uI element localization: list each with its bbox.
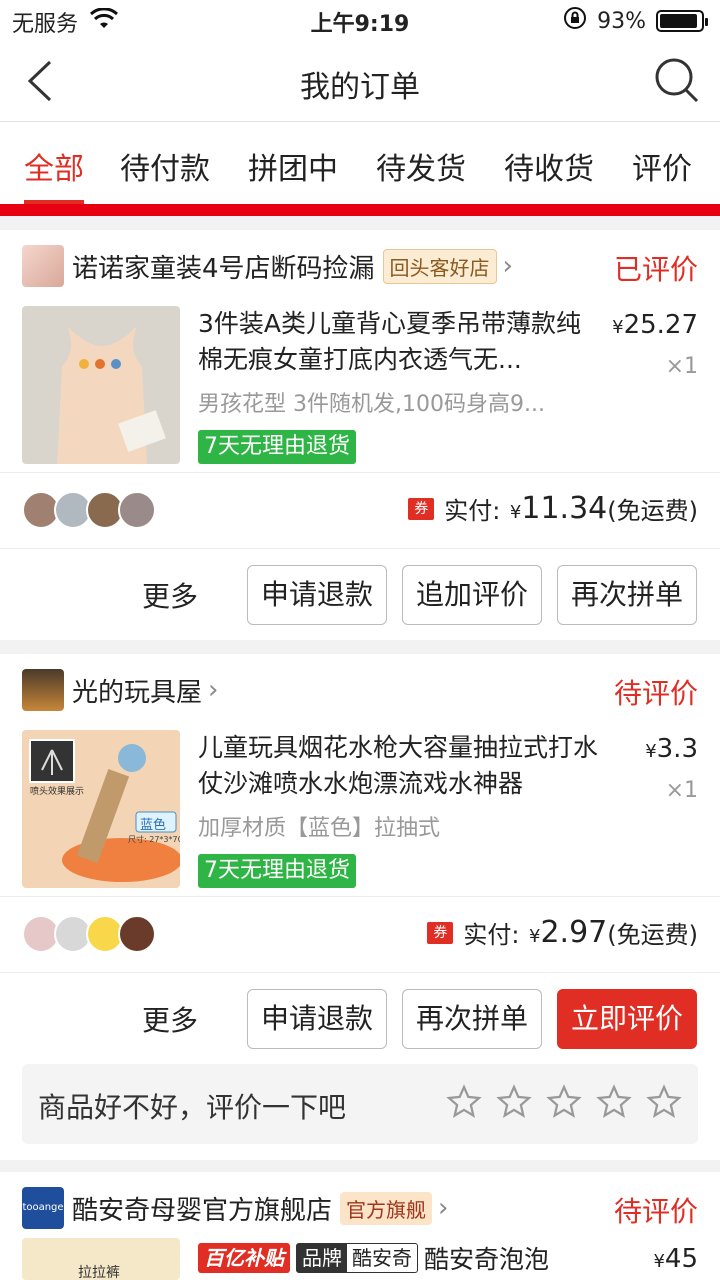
shop-row[interactable]: 诺诺家童装4号店断码捡漏 回头客好店 › 已评价 [22, 244, 698, 288]
star-icon[interactable] [496, 1084, 532, 1124]
shop-tag-badge: 官方旗舰 [340, 1191, 433, 1225]
chevron-right-icon: › [502, 251, 513, 281]
group-avatars [22, 915, 156, 953]
brand-tag: 品牌 酷安奇 [296, 1243, 418, 1273]
tab-group-buying[interactable]: 拼团中 [248, 122, 338, 204]
battery-percent: 93% [597, 8, 646, 34]
tab-pending-shipment[interactable]: 待发货 [376, 122, 466, 204]
order-card[interactable]: 诺诺家童装4号店断码捡漏 回头客好店 › 已评价 3件装A类儿童背心夏季吊带薄款… [0, 230, 720, 640]
image-size-label: 尺寸: 27*3*7CM [128, 835, 180, 844]
order-card[interactable]: tooange 酷安奇母婴官方旗舰店 官方旗舰 › 待评价 拉拉裤 百亿补贴 品… [0, 1172, 720, 1280]
star-icon[interactable] [446, 1084, 482, 1124]
avatar [118, 915, 156, 953]
tabs-divider [0, 204, 720, 216]
product-title[interactable]: 酷安奇泡泡 [424, 1240, 549, 1276]
product-qty: ×1 [665, 778, 698, 803]
add-review-button[interactable]: 追加评价 [402, 565, 542, 625]
chevron-right-icon: › [208, 675, 219, 705]
tab-review[interactable]: 评价 [632, 122, 692, 204]
shop-tag-badge: 回头客好店 [382, 248, 497, 284]
nav-bar: 我的订单 [0, 40, 720, 122]
product-title[interactable]: 儿童玩具烟花水枪大容量抽拉式打水仗沙滩喷水水炮漂流戏水神器 [198, 730, 598, 802]
shop-avatar [22, 245, 64, 287]
product-title-row[interactable]: 百亿补贴 品牌 酷安奇 酷安奇泡泡 [198, 1240, 549, 1276]
star-icon[interactable] [646, 1084, 682, 1124]
orientation-lock-icon [563, 6, 587, 36]
star-rating[interactable] [446, 1084, 682, 1124]
product-qty: ×1 [665, 354, 698, 379]
product-image[interactable]: 蓝色 尺寸: 27*3*7CM 喷头效果展示 [22, 730, 180, 888]
paid-amount: 券 实付: ¥11.34 (免运费) [408, 491, 698, 526]
order-card[interactable]: 光的玩具屋 › 待评价 蓝色 尺寸: 27*3*7CM 喷头效果展示 儿童玩具烟… [0, 654, 720, 1160]
tab-pending-payment[interactable]: 待付款 [120, 122, 210, 204]
return-policy-badge: 7天无理由退货 [198, 430, 356, 464]
order-status: 待评价 [613, 677, 698, 710]
search-icon[interactable] [654, 56, 700, 104]
return-policy-badge: 7天无理由退货 [198, 854, 356, 888]
shipping-note: (免运费) [607, 497, 698, 525]
page-title: 我的订单 [300, 70, 420, 105]
shop-row[interactable]: 光的玩具屋 › 待评价 [22, 668, 698, 712]
paid-value: ¥11.34 [509, 491, 608, 526]
action-row: 更多 申请退款 追加评价 再次拼单 [0, 548, 720, 640]
shop-name[interactable]: 光的玩具屋 [72, 672, 202, 709]
product-item[interactable]: 3件装A类儿童背心夏季吊带薄款纯棉无痕女童打底内衣透气无... 男孩花型 3件随… [22, 306, 698, 464]
order-status: 待评价 [613, 1195, 698, 1228]
subsidy-tag: 百亿补贴 [198, 1243, 290, 1273]
avatar [118, 491, 156, 529]
product-image[interactable] [22, 306, 180, 464]
paid-label: 实付: [444, 497, 501, 525]
star-icon[interactable] [596, 1084, 632, 1124]
product-title[interactable]: 3件装A类儿童背心夏季吊带薄款纯棉无痕女童打底内衣透气无... [198, 306, 598, 378]
shop-avatar [22, 669, 64, 711]
shop-name[interactable]: 酷安奇母婴官方旗舰店 [72, 1190, 332, 1227]
refund-button[interactable]: 申请退款 [247, 565, 387, 625]
order-status: 已评价 [613, 253, 698, 286]
product-price: ¥25.27 [612, 310, 698, 340]
review-now-button[interactable]: 立即评价 [557, 989, 697, 1049]
product-item[interactable]: 蓝色 尺寸: 27*3*7CM 喷头效果展示 儿童玩具烟花水枪大容量抽拉式打水仗… [22, 730, 698, 888]
payment-row: 券 实付: ¥2.97 (免运费) [0, 896, 720, 972]
tab-all[interactable]: 全部 [24, 122, 84, 204]
rating-prompt-text: 商品好不好，评价一下吧 [38, 1091, 347, 1124]
star-icon[interactable] [546, 1084, 582, 1124]
product-image[interactable]: 拉拉裤 [22, 1238, 180, 1280]
paid-amount: 券 实付: ¥2.97 (免运费) [427, 915, 698, 950]
image-box-label: 喷头效果展示 [30, 787, 85, 797]
status-bar: 无服务 上午9:19 93% [0, 0, 720, 40]
product-spec: 男孩花型 3件随机发,100码身高9... [198, 392, 545, 417]
product-price: ¥45 [653, 1244, 698, 1274]
product-price: ¥3.3 [645, 734, 698, 764]
image-label: 拉拉裤 [78, 1265, 120, 1280]
more-button[interactable]: 更多 [142, 999, 198, 1039]
shop-logo: tooange [22, 1187, 64, 1229]
tab-pending-receipt[interactable]: 待收货 [504, 122, 594, 204]
product-spec: 加厚材质【蓝色】拉抽式 [198, 816, 441, 841]
shop-row[interactable]: tooange 酷安奇母婴官方旗舰店 官方旗舰 › 待评价 [22, 1186, 698, 1230]
reorder-button[interactable]: 再次拼单 [557, 565, 697, 625]
chevron-right-icon: › [438, 1193, 449, 1223]
paid-label: 实付: [463, 921, 520, 949]
shipping-note: (免运费) [607, 921, 698, 949]
paid-value: ¥2.97 [529, 915, 608, 950]
reorder-button[interactable]: 再次拼单 [402, 989, 542, 1049]
image-label: 蓝色 [140, 818, 167, 833]
rating-prompt: 商品好不好，评价一下吧 [22, 1064, 698, 1144]
order-tabs: 全部 待付款 拼团中 待发货 待收货 评价 [0, 122, 720, 204]
coupon-icon: 券 [408, 497, 435, 520]
more-button[interactable]: 更多 [142, 575, 198, 615]
action-row: 更多 申请退款 再次拼单 立即评价 [0, 972, 720, 1064]
coupon-icon: 券 [427, 921, 454, 944]
group-avatars [22, 491, 156, 529]
battery-icon [656, 10, 708, 32]
refund-button[interactable]: 申请退款 [247, 989, 387, 1049]
payment-row: 券 实付: ¥11.34 (免运费) [0, 472, 720, 548]
shop-name[interactable]: 诺诺家童装4号店断码捡漏 [72, 248, 375, 285]
